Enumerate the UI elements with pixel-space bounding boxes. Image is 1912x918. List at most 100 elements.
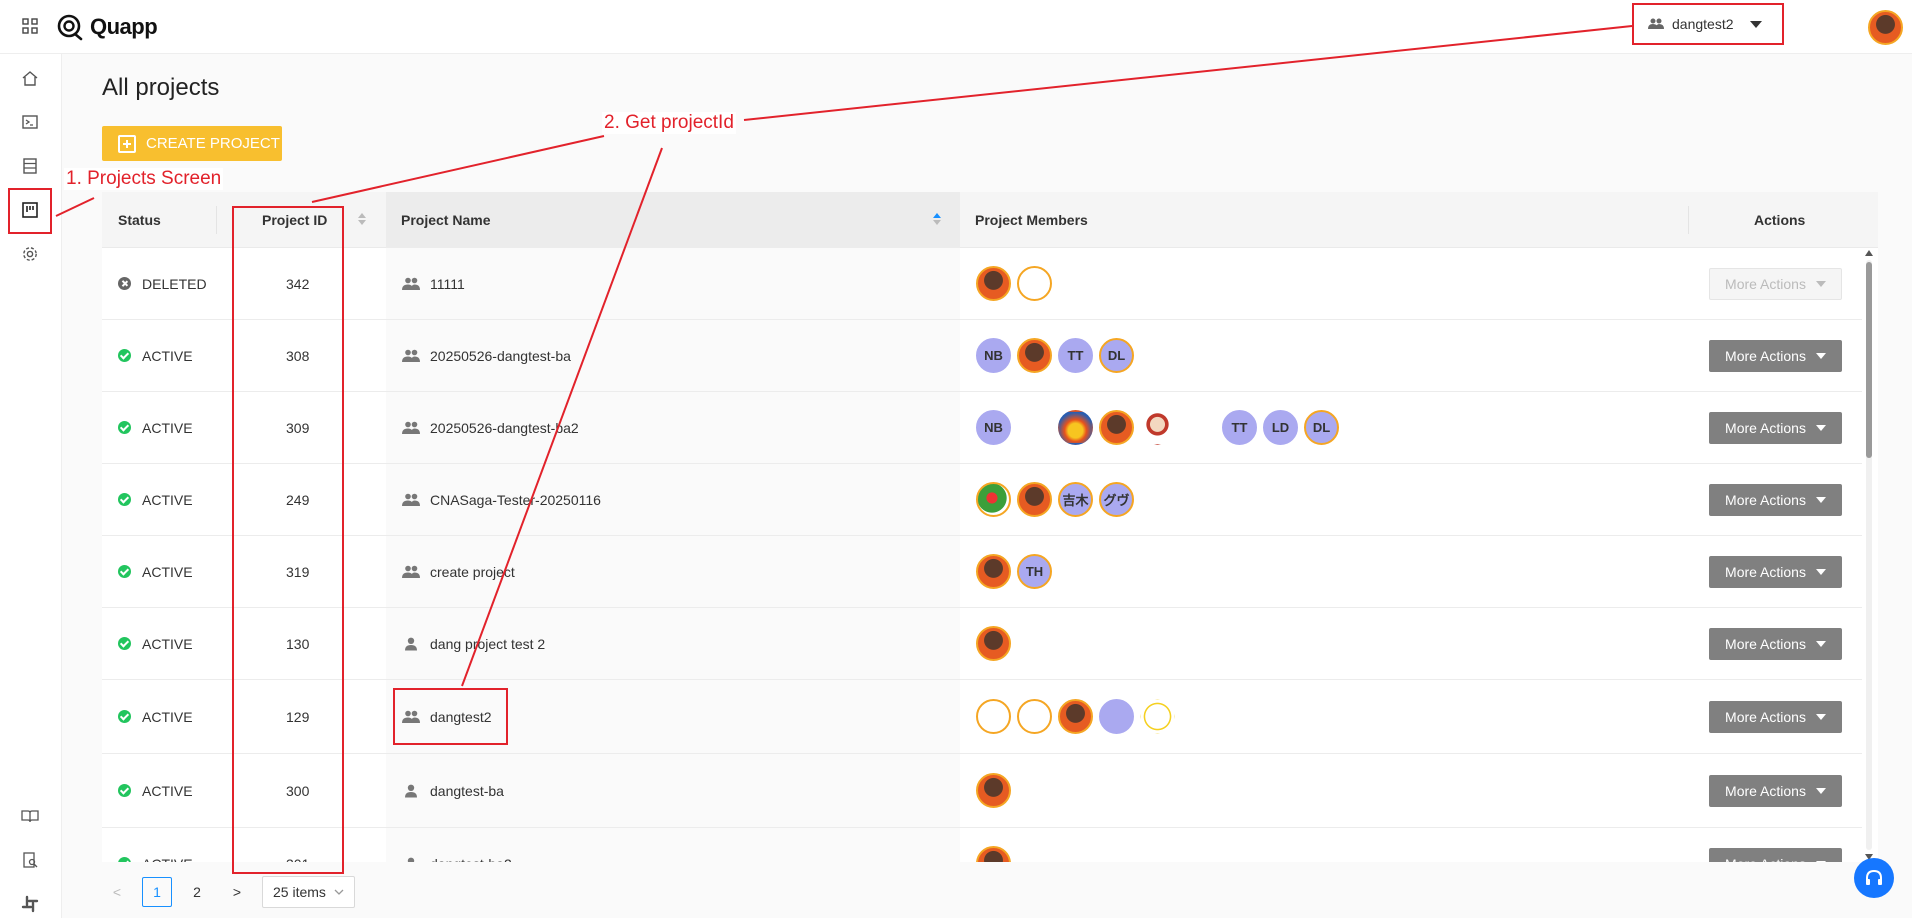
- project-name-cell[interactable]: 20250526-dangtest-ba2: [402, 392, 579, 463]
- team-icon: [402, 565, 430, 579]
- caret-down-icon: [1815, 425, 1826, 431]
- more-actions-label: More Actions: [1725, 709, 1806, 725]
- member-avatar[interactable]: 吉木: [1058, 482, 1093, 517]
- more-actions-button[interactable]: More Actions: [1709, 848, 1842, 862]
- more-actions-button[interactable]: More Actions: [1709, 628, 1842, 660]
- project-name[interactable]: dangtest2: [430, 709, 492, 725]
- scroll-up-icon[interactable]: [1865, 250, 1873, 256]
- table-row[interactable]: ACTIVE 301 dangtest-ba2 More Actions: [102, 828, 1862, 862]
- project-name[interactable]: dangtest-ba: [430, 783, 504, 799]
- member-avatar[interactable]: DL: [1304, 410, 1339, 445]
- table-row[interactable]: ACTIVE 309 20250526-dangtest-ba2 NB TT LD D…: [102, 392, 1862, 464]
- project-name[interactable]: create project: [430, 564, 515, 580]
- member-avatar[interactable]: [976, 626, 1011, 661]
- table-row[interactable]: ACTIVE 319 create project TH More Action…: [102, 536, 1862, 608]
- header-status[interactable]: Status: [118, 192, 161, 248]
- member-avatar[interactable]: [1181, 410, 1216, 445]
- slack-icon[interactable]: [18, 892, 42, 916]
- support-chat-button[interactable]: [1854, 858, 1894, 898]
- more-actions-button[interactable]: More Actions: [1709, 484, 1842, 516]
- member-avatar[interactable]: [1140, 699, 1175, 734]
- table-row[interactable]: ACTIVE 308 20250526-dangtest-ba NB TT DL M…: [102, 320, 1862, 392]
- member-avatar[interactable]: NB: [976, 410, 1011, 445]
- project-name[interactable]: dangtest-ba2: [430, 856, 512, 863]
- project-name-cell[interactable]: dangtest-ba: [402, 754, 504, 827]
- database-icon[interactable]: [18, 154, 42, 178]
- member-avatar[interactable]: [1017, 338, 1052, 373]
- close-circle-icon: [118, 277, 131, 290]
- home-icon[interactable]: [18, 66, 42, 90]
- member-avatar[interactable]: TT: [1058, 338, 1093, 373]
- sort-icon[interactable]: [933, 213, 941, 227]
- project-name-cell[interactable]: CNASaga-Tester-20250116: [402, 464, 601, 535]
- caret-down-icon: [1815, 497, 1826, 503]
- more-actions-label: More Actions: [1725, 492, 1806, 508]
- member-avatar[interactable]: [1017, 410, 1052, 445]
- next-page-button[interactable]: >: [222, 877, 252, 907]
- project-name[interactable]: 11111: [430, 276, 465, 292]
- member-avatar[interactable]: [1058, 699, 1093, 734]
- project-name-cell[interactable]: create project: [402, 536, 515, 607]
- page-2-button[interactable]: 2: [182, 877, 212, 907]
- member-avatar[interactable]: [976, 699, 1011, 734]
- team-switcher[interactable]: dangtest2: [1632, 3, 1784, 45]
- member-avatar[interactable]: [976, 266, 1011, 301]
- member-avatar[interactable]: [1017, 699, 1052, 734]
- more-actions-button[interactable]: More Actions: [1709, 701, 1842, 733]
- table-row[interactable]: ACTIVE 300 dangtest-ba More Actions: [102, 754, 1862, 828]
- member-avatar[interactable]: LD: [1263, 410, 1298, 445]
- docs-book-icon[interactable]: [18, 804, 42, 828]
- table-scrollbar[interactable]: [1862, 248, 1876, 862]
- more-actions-button[interactable]: More Actions: [1709, 556, 1842, 588]
- page-1-button[interactable]: 1: [142, 877, 172, 907]
- scroll-thumb[interactable]: [1866, 262, 1872, 458]
- member-avatar[interactable]: [976, 773, 1011, 808]
- projects-board-icon[interactable]: [18, 198, 42, 222]
- member-avatar[interactable]: [1099, 410, 1134, 445]
- member-avatar[interactable]: [1017, 266, 1052, 301]
- member-avatar[interactable]: [976, 554, 1011, 589]
- project-name[interactable]: 20250526-dangtest-ba2: [430, 420, 579, 436]
- project-name[interactable]: CNASaga-Tester-20250116: [430, 492, 601, 508]
- member-avatar[interactable]: [1140, 410, 1175, 445]
- header-project-name[interactable]: Project Name: [401, 192, 490, 248]
- member-avatar[interactable]: DL: [1099, 338, 1134, 373]
- gear-icon[interactable]: [18, 242, 42, 266]
- table-row[interactable]: ACTIVE 130 dang project test 2 More Acti…: [102, 608, 1862, 680]
- table-row[interactable]: ACTIVE 249 CNASaga-Tester-20250116 吉木 グヴ …: [102, 464, 1862, 536]
- table-row[interactable]: ACTIVE 129 dangtest2 More Actions: [102, 680, 1862, 754]
- table-row[interactable]: DELETED 342 11111 More Actions: [102, 248, 1862, 320]
- apps-grid-icon[interactable]: [22, 18, 38, 34]
- member-avatar[interactable]: [1099, 699, 1134, 734]
- more-actions-button[interactable]: More Actions: [1709, 340, 1842, 372]
- terminal-icon[interactable]: [18, 110, 42, 134]
- sort-icon[interactable]: [358, 213, 366, 227]
- more-actions-button[interactable]: More Actions: [1709, 412, 1842, 444]
- header-project-id[interactable]: Project ID: [262, 192, 327, 248]
- app-logo[interactable]: Quapp: [56, 12, 158, 42]
- member-avatar[interactable]: NB: [976, 338, 1011, 373]
- project-name[interactable]: dang project test 2: [430, 636, 545, 652]
- search-document-icon[interactable]: [18, 848, 42, 872]
- project-name-cell[interactable]: 11111: [402, 248, 465, 319]
- member-avatar[interactable]: [1017, 482, 1052, 517]
- member-avatar[interactable]: グヴ: [1099, 482, 1134, 517]
- user-avatar[interactable]: [1868, 10, 1903, 45]
- project-name[interactable]: 20250526-dangtest-ba: [430, 348, 571, 364]
- column-divider: [216, 206, 217, 234]
- project-name-cell[interactable]: 20250526-dangtest-ba: [402, 320, 571, 391]
- create-project-button[interactable]: CREATE PROJECT: [102, 126, 282, 161]
- prev-page-button[interactable]: <: [102, 877, 132, 907]
- project-name-cell[interactable]: dangtest-ba2: [402, 828, 512, 862]
- page-size-select[interactable]: 25 items: [262, 876, 355, 908]
- project-name-cell[interactable]: dang project test 2: [402, 608, 545, 679]
- member-avatar[interactable]: [976, 482, 1011, 517]
- more-actions-button[interactable]: More Actions: [1709, 268, 1842, 300]
- member-avatar[interactable]: TH: [1017, 554, 1052, 589]
- members-cell: 吉木 グヴ: [976, 464, 1134, 535]
- member-avatar[interactable]: [976, 846, 1011, 862]
- more-actions-button[interactable]: More Actions: [1709, 775, 1842, 807]
- member-avatar[interactable]: TT: [1222, 410, 1257, 445]
- member-avatar[interactable]: [1058, 410, 1093, 445]
- project-name-cell[interactable]: dangtest2: [402, 680, 492, 753]
